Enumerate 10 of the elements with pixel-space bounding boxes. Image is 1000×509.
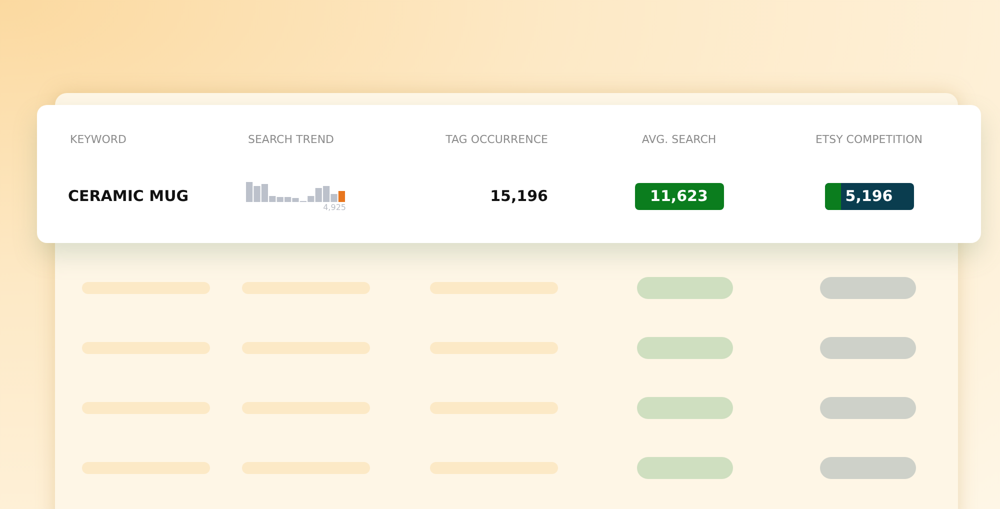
column-header: SEARCH TREND bbox=[247, 132, 336, 148]
column-header: KEYWORD bbox=[69, 132, 128, 148]
column-header: TAG OCCURRENCE bbox=[444, 132, 548, 148]
column-header: ETSY COMPETITION bbox=[814, 132, 924, 148]
column-header: AVG. SEARCH bbox=[640, 132, 718, 148]
keyword-text: CERAMIC MUG bbox=[68, 187, 189, 205]
competition-value: 5,196 bbox=[845, 187, 893, 205]
tag-occurrence-value: 15,196 bbox=[490, 187, 548, 205]
avg-search-badge: 11,623 bbox=[634, 182, 724, 210]
trend-value: 4,925 bbox=[323, 203, 346, 212]
